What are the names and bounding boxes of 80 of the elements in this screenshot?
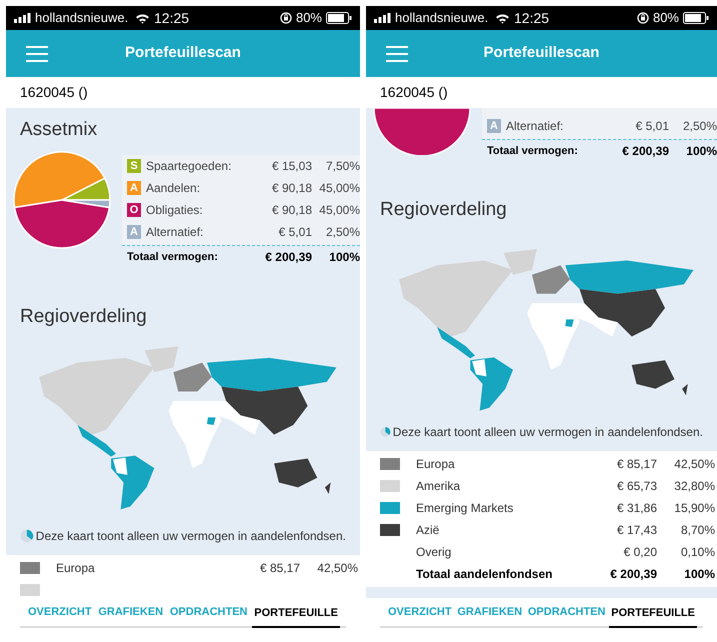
nav-tab[interactable]: OPDRACHTEN xyxy=(168,598,250,626)
category-badge: A xyxy=(127,225,141,239)
percentage-value: 7,50% xyxy=(324,158,360,175)
region-name: Europa xyxy=(416,456,456,473)
nav-tab[interactable]: PORTEFEUILLE xyxy=(252,600,340,628)
carrier-name: hollandsnieuwe. xyxy=(35,9,128,28)
total-label: Totaal vermogen: xyxy=(487,144,579,159)
percentage-value: 2,50% xyxy=(324,224,360,241)
rotation-lock-icon xyxy=(636,12,649,24)
amount-value: € 5,01 xyxy=(634,118,669,135)
region-name: Overig xyxy=(416,544,452,561)
percentage-value: 45,00% xyxy=(318,180,360,197)
amount-value: € 31,86 xyxy=(616,500,657,517)
category-badge: O xyxy=(127,203,141,217)
category-label: Aandelen: xyxy=(146,180,202,197)
category-label: Alternatief: xyxy=(146,224,204,241)
nav-tab[interactable]: PORTEFEUILLE xyxy=(609,600,697,628)
total-label: Totaal vermogen: xyxy=(127,250,219,265)
amount-value: € 85,17 xyxy=(616,456,657,473)
category-label: Obligaties: xyxy=(146,202,204,219)
clock-time: 12:25 xyxy=(154,8,190,28)
percentage-value: 8,70% xyxy=(680,522,715,539)
category-badge: A xyxy=(127,181,141,195)
menu-icon[interactable] xyxy=(386,46,408,62)
total-amount: € 200,39 xyxy=(621,143,669,160)
section-heading: Regioverdeling xyxy=(380,198,508,222)
amount-value: € 85,17 xyxy=(258,560,300,577)
category-badge: A xyxy=(487,119,501,133)
region-name: Amerika xyxy=(416,478,462,495)
signal-icon xyxy=(14,13,32,23)
amount-value: € 90,18 xyxy=(270,180,312,197)
amount-value: € 65,73 xyxy=(616,478,657,495)
amount-value: € 17,43 xyxy=(616,522,657,539)
signal-icon xyxy=(374,13,392,23)
percentage-value: 2,50% xyxy=(682,118,717,135)
amount-value: € 0,20 xyxy=(622,544,657,561)
percentage-value: 15,90% xyxy=(673,500,715,517)
category-badge: S xyxy=(127,159,141,173)
rotation-lock-icon xyxy=(280,12,292,24)
amount-value: € 5,01 xyxy=(278,224,312,241)
map-note: Deze kaart toont alleen uw vermogen in aandelenfondsen. xyxy=(36,528,346,545)
category-label: Alternatief: xyxy=(506,118,564,135)
total-amount: € 200,39 xyxy=(264,249,312,266)
nav-tab[interactable]: OVERZICHT xyxy=(26,598,94,626)
total-percentage: 100% xyxy=(683,566,715,583)
nav-tab[interactable]: GRAFIEKEN xyxy=(96,598,166,626)
percentage-value: 32,80% xyxy=(673,478,715,495)
region-name: Azië xyxy=(416,522,440,539)
wifi-icon xyxy=(135,12,150,24)
total-label: Totaal aandelenfondsen xyxy=(416,566,554,583)
region-name: Europa xyxy=(56,560,96,577)
percentage-value: 0,10% xyxy=(680,544,715,561)
carrier-name: hollandsnieuwe. xyxy=(395,9,488,28)
amount-value: € 90,18 xyxy=(270,202,312,219)
region-name: Emerging Markets xyxy=(416,500,514,517)
wifi-icon xyxy=(495,12,510,24)
menu-icon[interactable] xyxy=(26,46,48,62)
screen-title: Portefeuillescan xyxy=(484,44,600,62)
battery-percentage: 80% xyxy=(652,9,679,28)
account-number: 1620045 () xyxy=(20,83,88,102)
nav-tab[interactable]: OVERZICHT xyxy=(386,598,454,626)
percentage-value: 42,50% xyxy=(316,560,358,577)
nav-tab[interactable]: OPDRACHTEN xyxy=(526,598,608,626)
total-amount: € 200,39 xyxy=(609,566,657,583)
section-heading: Regioverdeling xyxy=(20,305,148,329)
category-label: Spaartegoeden: xyxy=(146,158,232,175)
nav-tab[interactable]: GRAFIEKEN xyxy=(455,598,524,626)
percentage-value: 42,50% xyxy=(673,456,715,473)
map-note: Deze kaart toont alleen uw vermogen in aandelenfondsen. xyxy=(392,424,703,441)
total-percentage: 100% xyxy=(328,249,360,266)
battery-icon xyxy=(683,12,709,24)
section-heading: Assetmix xyxy=(20,118,98,142)
total-percentage: 100% xyxy=(685,143,717,160)
amount-value: € 15,03 xyxy=(270,158,312,175)
screen-title: Portefeuillescan xyxy=(125,44,241,62)
battery-percentage: 80% xyxy=(296,9,322,28)
account-number: 1620045 () xyxy=(380,83,448,102)
percentage-value: 45,00% xyxy=(318,202,360,219)
battery-icon xyxy=(326,12,352,24)
clock-time: 12:25 xyxy=(514,8,550,28)
